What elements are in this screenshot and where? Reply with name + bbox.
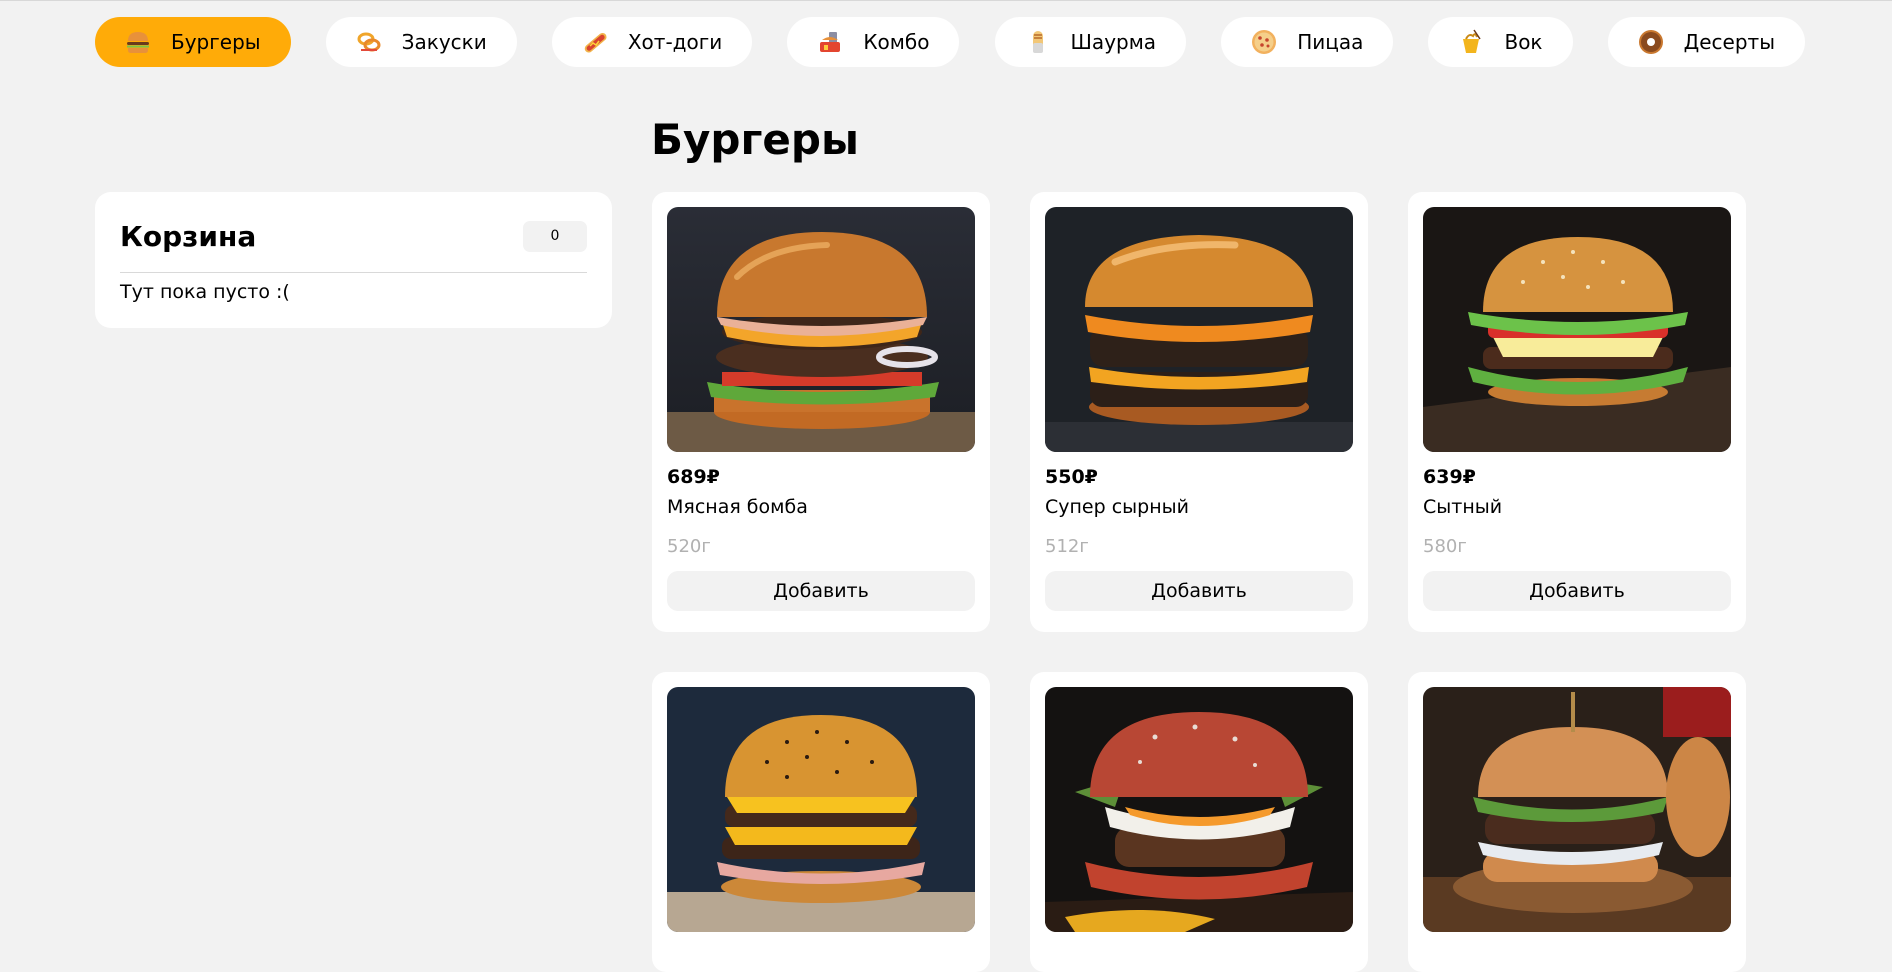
- product-card: 550₽ Супер сырный 512г Добавить: [1030, 192, 1368, 632]
- burger-icon: [123, 27, 153, 57]
- product-name: Мясная бомба: [667, 496, 808, 518]
- wok-icon: [1456, 27, 1486, 57]
- cart-title: Корзина: [120, 219, 257, 253]
- category-pizza[interactable]: Пицаа: [1221, 17, 1394, 67]
- add-to-cart-button[interactable]: Добавить: [1423, 571, 1731, 611]
- cart-header: Корзина 0: [120, 192, 587, 273]
- cart-count-badge: 0: [523, 220, 587, 252]
- category-label: Пицаа: [1297, 30, 1364, 54]
- product-price: 550₽: [1045, 466, 1098, 488]
- section-title: Бургеры: [651, 115, 859, 164]
- hot-dog-icon: [580, 27, 610, 57]
- category-snacks[interactable]: Закуски: [325, 17, 517, 67]
- category-desserts[interactable]: Десерты: [1607, 17, 1805, 67]
- product-name: Сытный: [1423, 496, 1503, 518]
- product-image[interactable]: [1423, 687, 1731, 932]
- cart-empty-message: Тут пока пусто :(: [120, 281, 290, 303]
- add-to-cart-button[interactable]: Добавить: [667, 571, 975, 611]
- category-hot-dogs[interactable]: Хот-доги: [551, 17, 753, 67]
- category-label: Комбо: [863, 30, 930, 54]
- product-price: 689₽: [667, 466, 720, 488]
- top-border: [0, 0, 1892, 1]
- category-shawarma[interactable]: Шаурма: [994, 17, 1187, 67]
- product-card: [1030, 672, 1368, 972]
- category-label: Шаурма: [1070, 30, 1157, 54]
- product-image[interactable]: [1423, 207, 1731, 452]
- add-to-cart-button[interactable]: Добавить: [1045, 571, 1353, 611]
- product-card: [652, 672, 990, 972]
- product-card: 639₽ Сытный 580г Добавить: [1408, 192, 1746, 632]
- onion-rings-icon: [354, 27, 384, 57]
- pizza-icon: [1249, 27, 1279, 57]
- category-label: Десерты: [1683, 30, 1775, 54]
- product-image[interactable]: [1045, 207, 1353, 452]
- shawarma-icon: [1023, 27, 1053, 57]
- category-label: Хот-доги: [627, 30, 723, 54]
- product-card: 689₽ Мясная бомба 520г Добавить: [652, 192, 990, 632]
- product-price: 639₽: [1423, 466, 1476, 488]
- combo-icon: [815, 27, 845, 57]
- product-card: [1408, 672, 1746, 972]
- product-weight: 580г: [1423, 536, 1467, 557]
- product-image[interactable]: [667, 687, 975, 932]
- category-label: Вок: [1504, 30, 1543, 54]
- category-burgers[interactable]: Бургеры: [95, 17, 291, 67]
- cart-panel: Корзина 0 Тут пока пусто :(: [95, 192, 612, 328]
- product-weight: 512г: [1045, 536, 1089, 557]
- category-label: Закуски: [401, 30, 487, 54]
- product-name: Супер сырный: [1045, 496, 1190, 518]
- category-label: Бургеры: [171, 30, 261, 54]
- category-nav: Бургеры Закуски Хот-доги Комбо Шаурма Пи…: [95, 17, 1805, 67]
- category-wok[interactable]: Вок: [1428, 17, 1573, 67]
- product-image[interactable]: [1045, 687, 1353, 932]
- category-combo[interactable]: Комбо: [787, 17, 960, 67]
- donut-icon: [1636, 27, 1666, 57]
- product-image[interactable]: [667, 207, 975, 452]
- product-weight: 520г: [667, 536, 711, 557]
